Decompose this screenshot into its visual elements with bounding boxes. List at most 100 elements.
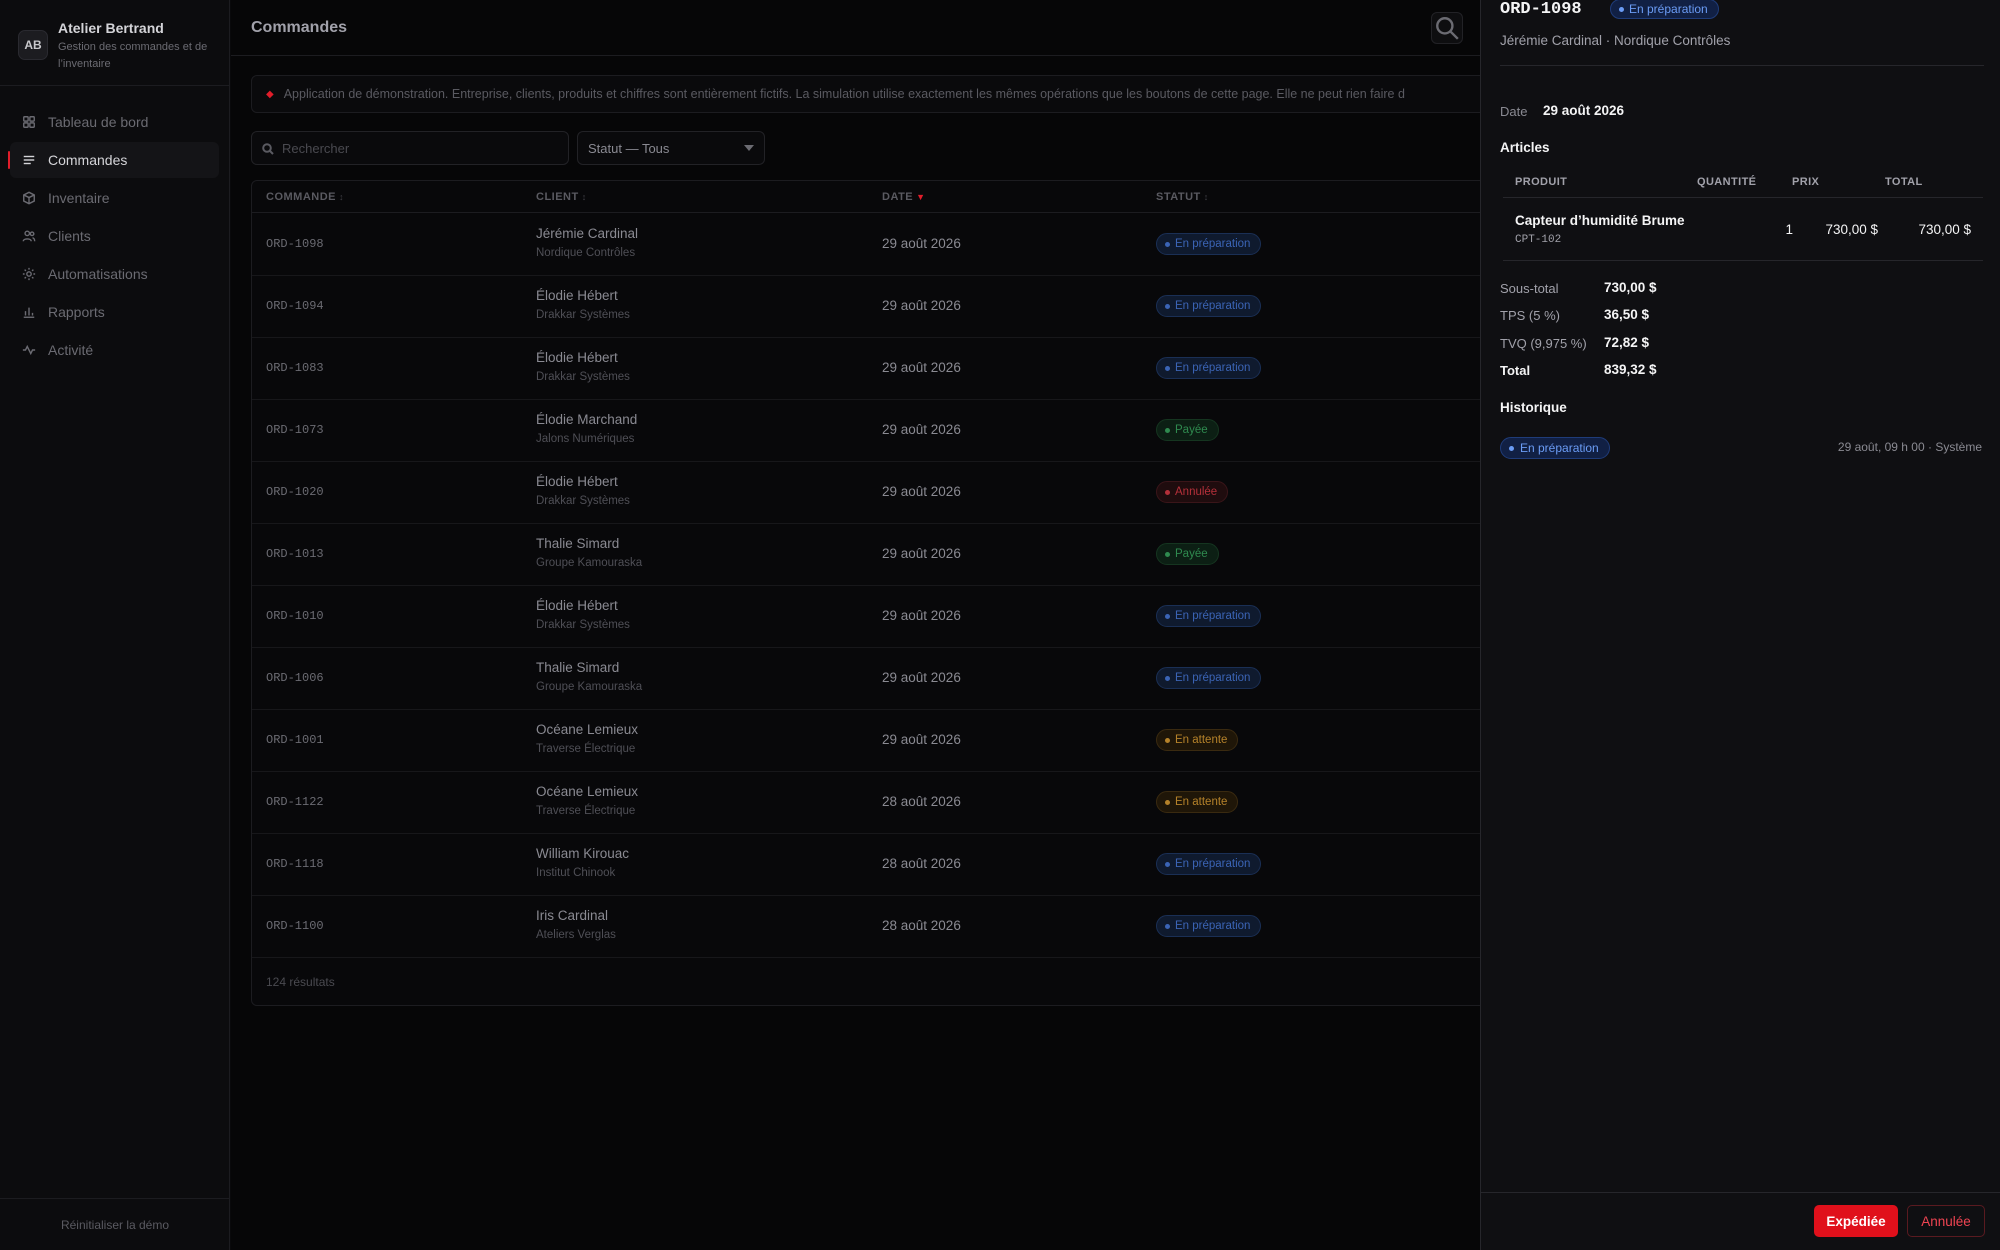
sidebar-item-label: Commandes [48,152,128,168]
status-badge: Annulée [1156,481,1229,503]
list-icon [20,151,38,169]
sidebar-item-activity[interactable]: Activité [10,332,219,368]
bar-chart-icon [20,303,38,321]
column-header-client[interactable]: CLIENT ↕ [536,191,587,203]
table-row[interactable]: ORD-1006 Thalie Simard Groupe Kamouraska 29… [252,648,1490,710]
client-company: Traverse Électrique [536,805,636,817]
result-count: 124 résultats [266,975,335,989]
status-filter-select[interactable]: Statut — Tous [577,131,765,165]
status-badge: En préparation [1156,853,1262,875]
table-row[interactable]: ORD-1098 Jérémie Cardinal Nordique Contrôl… [252,214,1490,276]
client-name: Thalie Simard [536,536,620,551]
tvq-value: 72,82 $ [1604,335,1650,350]
table-row[interactable]: ORD-1001 Océane Lemieux Traverse Électriqu… [252,710,1490,772]
app: AB Atelier Bertrand Gestion des commande… [0,0,2000,1250]
table-row[interactable]: ORD-1073 Élodie Marchand Jalons Numériques… [252,400,1490,462]
order-date: 28 août 2026 [882,856,961,871]
topbar: Commandes [231,0,1481,56]
users-icon [20,227,38,245]
client-company: Drakkar Systèmes [536,495,630,507]
status-badge: En préparation [1156,233,1262,255]
table-row[interactable]: ORD-1010 Élodie Hébert Drakkar Systèmes 29 … [252,586,1490,648]
diamond-icon: ◆ [266,88,274,100]
detail-date-label: Date [1500,104,1528,119]
box-icon [20,189,38,207]
grid-icon [20,113,38,131]
detail-client-line: Jérémie Cardinal · Nordique Contrôles [1500,33,1731,48]
order-date: 28 août 2026 [882,794,961,809]
order-id: ORD-1001 [266,733,324,747]
sidebar-item-automations[interactable]: Automatisations [10,256,219,292]
history-status-badge: En préparation [1500,437,1610,459]
mark-shipped-button[interactable]: Expédiée [1814,1205,1898,1237]
search-icon [1436,17,1459,40]
detail-order-id: ORD-1098 [1500,0,1582,19]
sidebar-item-label: Clients [48,228,91,244]
order-id: ORD-1094 [266,299,324,313]
order-id: ORD-1098 [266,237,324,251]
client-name: Jérémie Cardinal [536,226,639,241]
sidebar-item-clients[interactable]: Clients [10,218,219,254]
global-search-button[interactable] [1431,12,1463,44]
activity-icon [20,341,38,359]
sort-icon: ↕ [1203,191,1209,202]
client-name: Océane Lemieux [536,784,639,799]
sort-icon: ↕ [581,191,587,202]
client-company: Drakkar Systèmes [536,309,630,321]
order-date: 29 août 2026 [882,236,961,251]
client-name: Océane Lemieux [536,722,639,737]
history-title: Historique [1500,400,1567,415]
status-badge: En préparation [1156,605,1262,627]
client-name: Élodie Hébert [536,474,618,489]
gear-icon [20,265,38,283]
table-row[interactable]: ORD-1122 Océane Lemieux Traverse Électriqu… [252,772,1490,834]
status-badge: Payée [1156,419,1219,441]
items-header-price: PRIX [1792,176,1820,188]
client-company: Jalons Numériques [536,433,635,445]
table-row[interactable]: ORD-1013 Thalie Simard Groupe Kamouraska 29… [252,524,1490,586]
column-header-status[interactable]: STATUT ↕ [1156,191,1209,203]
status-badge: En attente [1156,791,1239,813]
sidebar-item-inventory[interactable]: Inventaire [10,180,219,216]
order-id: ORD-1010 [266,609,324,623]
search-input[interactable] [282,132,562,164]
mark-cancelled-button[interactable]: Annulée [1907,1205,1985,1237]
item-row: Capteur d’humidité Brume CPT-102 1 730,0… [1503,199,1983,261]
order-date: 29 août 2026 [882,422,961,437]
articles-title: Articles [1500,140,1550,155]
client-name: Élodie Hébert [536,288,618,303]
sidebar-nav: Tableau de bord Commandes Inventaire Cli… [0,86,229,368]
status-badge: En attente [1156,729,1239,751]
table-header: COMMANDE ↕ CLIENT ↕ DATE ▼ STATUT ↕ [252,181,1490,213]
table-row[interactable]: ORD-1094 Élodie Hébert Drakkar Systèmes 29 … [252,276,1490,338]
order-id: ORD-1073 [266,423,324,437]
subtotal-label: Sous-total [1500,281,1559,296]
sidebar-item-label: Rapports [48,304,105,320]
demo-notice: ◆ Application de démonstration. Entrepri… [251,75,1491,113]
table-row[interactable]: ORD-1083 Élodie Hébert Drakkar Systèmes 29 … [252,338,1490,400]
order-date: 29 août 2026 [882,360,961,375]
client-company: Traverse Électrique [536,743,636,755]
table-row[interactable]: ORD-1100 Iris Cardinal Ateliers Verglas 28 … [252,896,1490,958]
order-id: ORD-1006 [266,671,324,685]
column-header-order[interactable]: COMMANDE ↕ [266,191,344,203]
sidebar-item-reports[interactable]: Rapports [10,294,219,330]
chevron-down-icon [744,145,754,151]
sidebar: AB Atelier Bertrand Gestion des commande… [0,0,230,1250]
item-sku: CPT-102 [1515,234,1562,246]
table-row[interactable]: ORD-1118 William Kirouac Institut Chinook 2… [252,834,1490,896]
demo-notice-text: Application de démonstration. Entreprise… [283,87,1405,101]
order-id: ORD-1020 [266,485,324,499]
client-company: Drakkar Systèmes [536,371,630,383]
column-header-date[interactable]: DATE ▼ [882,191,926,203]
items-table-header: PRODUIT QUANTITÉ PRIX TOTAL [1503,174,1983,198]
sidebar-item-dashboard[interactable]: Tableau de bord [10,104,219,140]
reset-demo-button[interactable]: Réinitialiser la démo [0,1198,230,1250]
table-row[interactable]: ORD-1020 Élodie Hébert Drakkar Systèmes 29 … [252,462,1490,524]
item-qty: 1 [1785,222,1793,237]
client-name: Thalie Simard [536,660,620,675]
order-id: ORD-1122 [266,795,324,809]
sidebar-item-label: Tableau de bord [48,114,149,130]
sidebar-item-orders[interactable]: Commandes [8,142,219,178]
sort-icon: ↕ [339,191,344,202]
